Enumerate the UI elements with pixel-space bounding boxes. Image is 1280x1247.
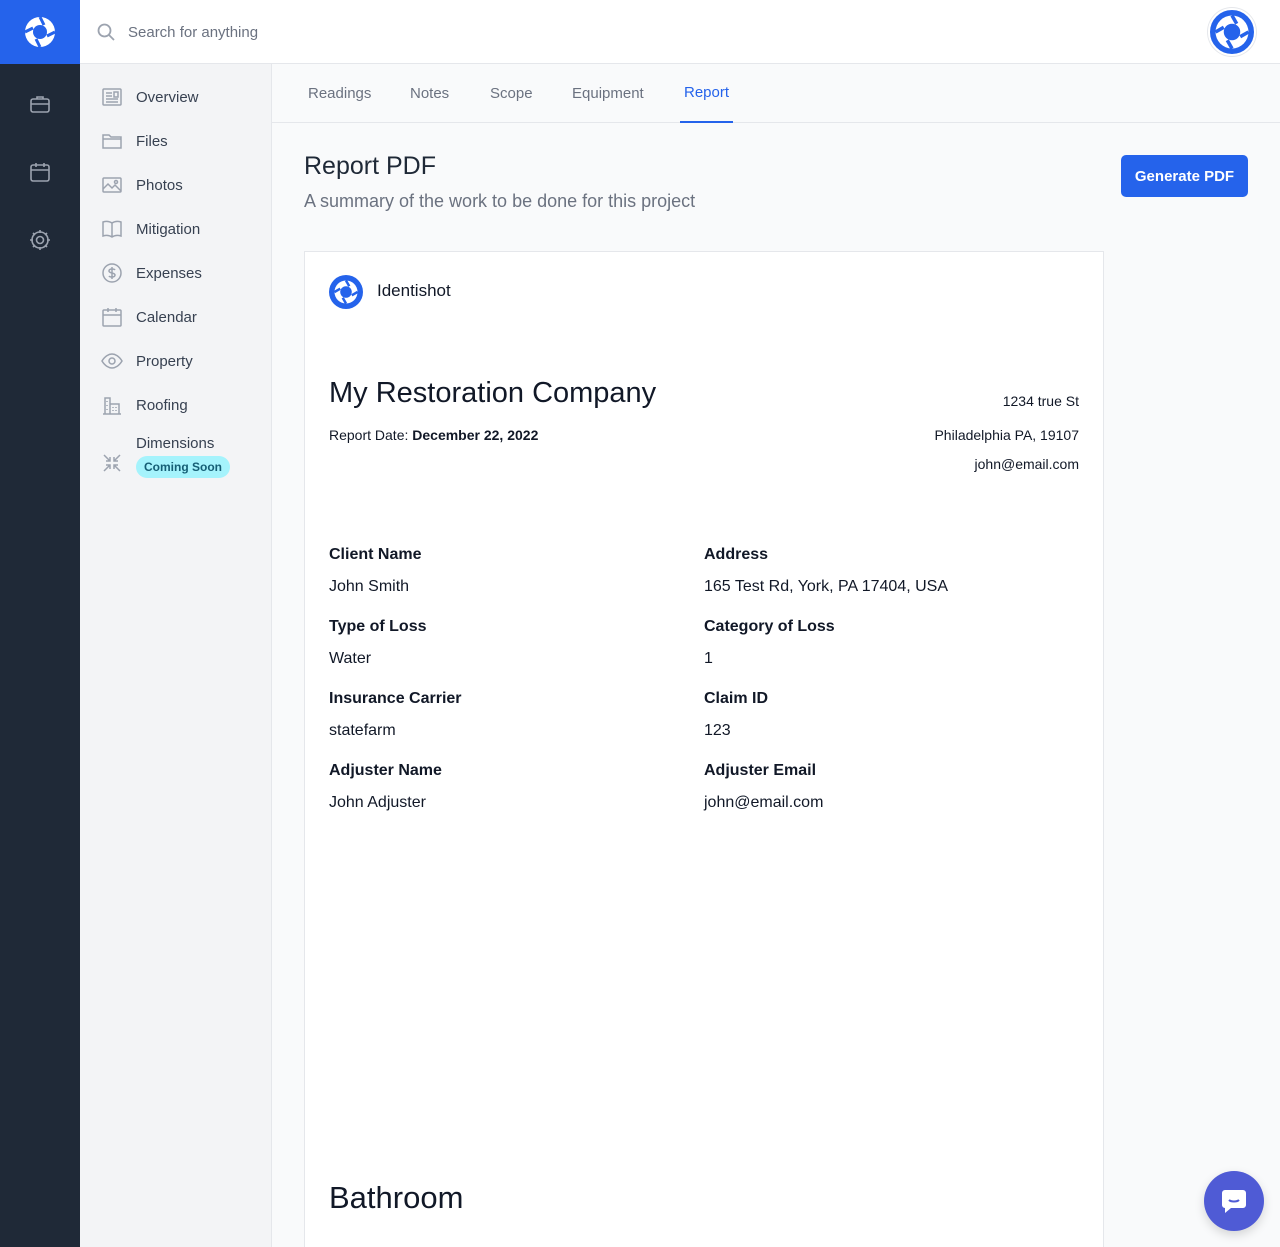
company-email: john@email.com bbox=[974, 456, 1079, 472]
sidebar-item-dimensions[interactable]: Dimensions Coming Soon bbox=[100, 435, 260, 491]
project-tabs: Readings Notes Scope Equipment Report bbox=[272, 64, 1280, 123]
client-name-label: Client Name bbox=[329, 546, 422, 563]
sidebar-item-label: Mitigation bbox=[136, 220, 201, 238]
sidebar-item-files[interactable]: Files bbox=[100, 123, 260, 159]
sidebar-item-calendar[interactable]: Calendar bbox=[100, 299, 260, 335]
client-name-value: John Smith bbox=[329, 578, 410, 595]
page-title: Report PDF bbox=[304, 152, 436, 180]
sidebar-item-property[interactable]: Property bbox=[100, 343, 260, 379]
icon-rail bbox=[0, 0, 80, 1247]
adjuster-name-value: John Adjuster bbox=[329, 794, 426, 811]
search-input[interactable] bbox=[128, 18, 728, 46]
calendar-icon bbox=[30, 163, 50, 182]
report-brand-name: Identishot bbox=[377, 281, 451, 300]
adjuster-name-label: Adjuster Name bbox=[329, 762, 442, 779]
chat-bubble-icon bbox=[1222, 1190, 1246, 1213]
tab-scope[interactable]: Scope bbox=[486, 64, 537, 123]
arrows-collapse-icon bbox=[100, 451, 124, 475]
tab-report[interactable]: Report bbox=[680, 64, 734, 123]
app-logo[interactable] bbox=[0, 0, 80, 64]
chat-launcher-button[interactable] bbox=[1204, 1171, 1264, 1231]
room-section-title: Bathroom bbox=[329, 1180, 464, 1215]
adjuster-email-label: Adjuster Email bbox=[704, 762, 817, 779]
rail-projects-button[interactable] bbox=[20, 84, 60, 124]
sidebar-item-label: Expenses bbox=[136, 264, 202, 282]
report-date: Report Date: December 22, 2022 bbox=[329, 427, 538, 443]
eye-icon bbox=[100, 349, 124, 373]
category-of-loss-value: 1 bbox=[704, 650, 713, 667]
sidebar-item-mitigation[interactable]: Mitigation bbox=[100, 211, 260, 247]
type-of-loss-value: Water bbox=[329, 650, 372, 667]
newspaper-icon bbox=[100, 85, 124, 109]
sidebar-item-roofing[interactable]: Roofing bbox=[100, 387, 260, 423]
calendar-icon bbox=[100, 305, 124, 329]
dimensions-text-group: Dimensions Coming Soon bbox=[136, 435, 230, 478]
user-avatar[interactable] bbox=[1208, 8, 1256, 56]
search-icon bbox=[97, 23, 115, 41]
claim-id-label: Claim ID bbox=[704, 690, 769, 707]
building-icon bbox=[100, 393, 124, 417]
company-address-street: 1234 true St bbox=[1002, 393, 1079, 409]
settings-gear-icon bbox=[30, 230, 50, 250]
claim-id-value: 123 bbox=[704, 722, 731, 739]
sidebar-item-label: Files bbox=[136, 132, 168, 150]
sidebar-item-photos[interactable]: Photos bbox=[100, 167, 260, 203]
aperture-avatar-icon bbox=[1214, 14, 1250, 50]
briefcase-icon bbox=[30, 96, 50, 113]
sidebar-item-label: Dimensions bbox=[136, 435, 215, 452]
generate-pdf-button[interactable]: Generate PDF bbox=[1121, 155, 1248, 197]
tab-readings[interactable]: Readings bbox=[304, 64, 375, 123]
page-subtitle: A summary of the work to be done for thi… bbox=[304, 191, 696, 211]
folder-icon bbox=[100, 129, 124, 153]
sidebar-item-label: Photos bbox=[136, 176, 183, 194]
rail-settings-button[interactable] bbox=[20, 220, 60, 260]
report-date-label: Report Date: bbox=[329, 427, 409, 443]
tab-notes[interactable]: Notes bbox=[406, 64, 453, 123]
tab-equipment[interactable]: Equipment bbox=[568, 64, 648, 123]
address-value: 165 Test Rd, York, PA 17404, USA bbox=[704, 578, 949, 595]
adjuster-email-value: john@email.com bbox=[704, 794, 824, 811]
coming-soon-badge: Coming Soon bbox=[136, 456, 230, 478]
report-preview: Identishot My Restoration Company Report… bbox=[304, 251, 1104, 1247]
company-name: My Restoration Company bbox=[329, 377, 657, 409]
sidebar-item-label: Overview bbox=[136, 88, 199, 106]
address-label: Address bbox=[704, 546, 769, 563]
sidebar-item-label: Calendar bbox=[136, 308, 197, 326]
aperture-logo-icon bbox=[333, 279, 359, 305]
sidebar-item-label: Roofing bbox=[136, 396, 188, 414]
insurance-carrier-value: statefarm bbox=[329, 722, 396, 739]
book-open-icon bbox=[100, 217, 124, 241]
category-of-loss-label: Category of Loss bbox=[704, 618, 835, 635]
report-date-value: December 22, 2022 bbox=[412, 427, 539, 443]
rail-calendar-button[interactable] bbox=[20, 152, 60, 192]
sidebar-item-overview[interactable]: Overview bbox=[100, 79, 260, 115]
image-icon bbox=[100, 173, 124, 197]
insurance-carrier-label: Insurance Carrier bbox=[329, 690, 462, 707]
sidebar-item-label: Property bbox=[136, 352, 193, 370]
dollar-circle-icon bbox=[100, 261, 124, 285]
sidebar-item-expenses[interactable]: Expenses bbox=[100, 255, 260, 291]
type-of-loss-label: Type of Loss bbox=[329, 618, 427, 635]
report-logo bbox=[329, 275, 363, 309]
aperture-logo-icon bbox=[24, 16, 56, 48]
project-sidebar: Overview Files Photos Mitigation Expense… bbox=[80, 64, 272, 1247]
company-address-city: Philadelphia PA, 19107 bbox=[934, 427, 1079, 443]
top-bar bbox=[80, 0, 1280, 64]
